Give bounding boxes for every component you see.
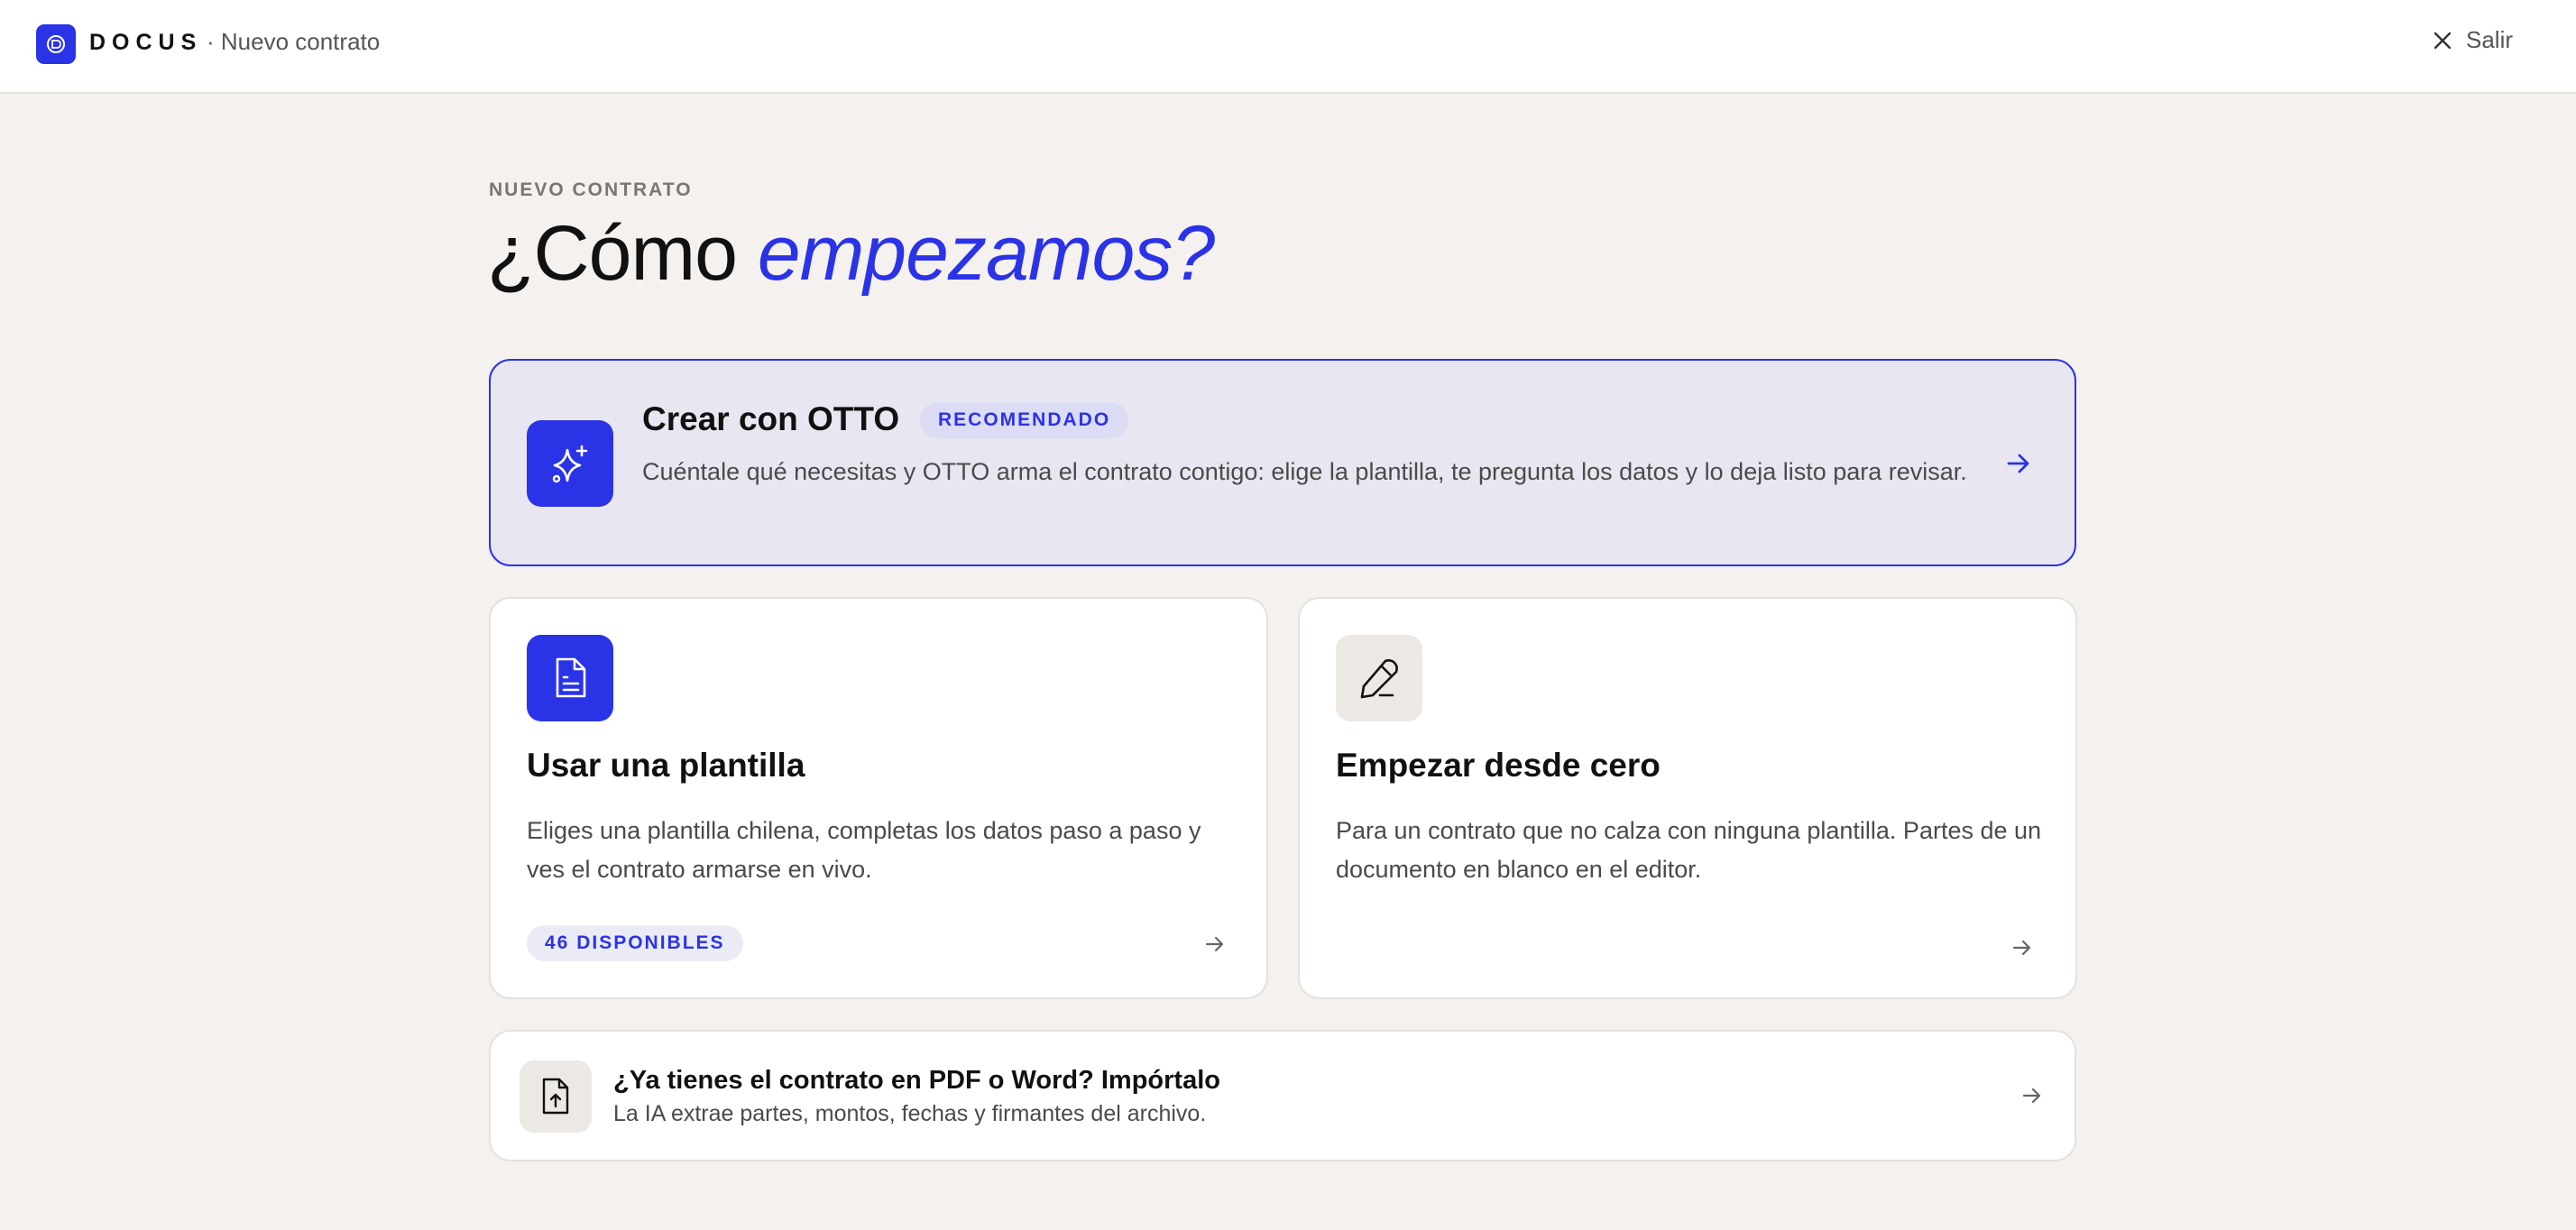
recommended-badge: RECOMENDADO	[920, 402, 1129, 438]
import-contract-card[interactable]: ¿Ya tienes el contrato en PDF o Word? Im…	[489, 1030, 2076, 1161]
title-accent: empezamos?	[757, 210, 1215, 297]
otto-icon-tile	[527, 420, 613, 507]
brand-name: DOCUS	[89, 30, 203, 55]
template-title: Usar una plantilla	[527, 747, 805, 784]
start-from-scratch-card[interactable]: Empezar desde cero Para un contrato que …	[1298, 597, 2077, 999]
exit-label: Salir	[2465, 26, 2513, 53]
blank-arrow-icon	[2009, 934, 2036, 961]
blank-icon-tile	[1336, 635, 1422, 721]
title-plain: ¿Cómo	[487, 210, 758, 297]
top-bar: DOCUS · Nuevo contrato Salir	[0, 0, 2576, 94]
pencil-icon	[1360, 659, 1398, 699]
file-upload-icon	[542, 1078, 569, 1115]
close-icon	[2433, 32, 2452, 49]
template-icon-tile	[527, 635, 613, 721]
exit-button[interactable]: Salir	[2432, 26, 2513, 54]
use-template-card[interactable]: Usar una plantilla Eliges una plantilla …	[489, 597, 1268, 999]
page-eyebrow: NUEVO CONTRATO	[489, 179, 693, 200]
document-icon	[556, 657, 586, 698]
blank-description: Para un contrato que no calza con ningun…	[1336, 817, 2042, 883]
otto-arrow-icon	[2002, 447, 2035, 480]
otto-title: Crear con OTTO	[642, 400, 900, 437]
import-title: ¿Ya tienes el contrato en PDF o Word? Im…	[613, 1066, 1220, 1095]
create-with-otto-card[interactable]: Crear con OTTO RECOMENDADO Cuéntale qué …	[489, 359, 2076, 566]
breadcrumb: · Nuevo contrato	[207, 28, 381, 55]
blank-title: Empezar desde cero	[1336, 747, 1661, 784]
logo-mark-icon	[47, 35, 65, 53]
available-count-badge: 46 DISPONIBLES	[527, 925, 743, 961]
sparkles-icon	[552, 445, 588, 483]
import-arrow-icon	[2019, 1082, 2046, 1109]
template-arrow-icon	[1201, 931, 1228, 958]
otto-description: Cuéntale qué necesitas y OTTO arma el co…	[642, 458, 1967, 485]
import-description: La IA extrae partes, montos, fechas y fi…	[613, 1101, 1207, 1126]
docus-logo[interactable]	[36, 24, 76, 64]
page-title: ¿Cómo empezamos?	[487, 209, 1215, 298]
import-icon-tile	[520, 1060, 592, 1133]
template-description: Eliges una plantilla chilena, completas …	[527, 817, 1201, 883]
